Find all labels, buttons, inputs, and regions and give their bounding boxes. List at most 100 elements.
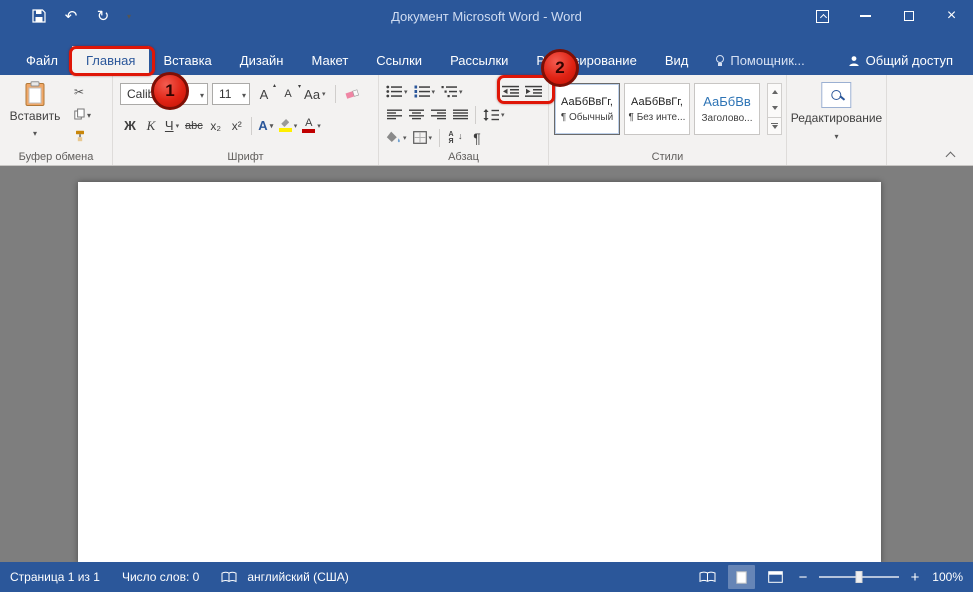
editing-button[interactable]: Редактирование: [791, 82, 882, 142]
styles-group: АаБбВвГг, ¶ Обычный АаБбВвГг, ¶ Без инте…: [549, 75, 787, 165]
tab-mailings[interactable]: Рассылки: [436, 46, 522, 75]
tab-file[interactable]: Файл: [12, 46, 72, 75]
styles-scroll-up-button[interactable]: [768, 84, 781, 100]
web-layout-button[interactable]: [762, 565, 789, 589]
tab-references[interactable]: Ссылки: [362, 46, 436, 75]
close-button[interactable]: ×: [930, 0, 973, 32]
align-center-button[interactable]: [406, 104, 426, 125]
bullet-list-icon: [386, 85, 402, 98]
format-painter-button[interactable]: [74, 129, 86, 142]
document-area[interactable]: [0, 166, 973, 562]
quick-access-toolbar: ↶ ↻: [0, 3, 138, 29]
ribbon: Вставить ✂ Буфер обмена Calibri 11 А А А…: [0, 75, 973, 166]
customize-quick-access-button[interactable]: [120, 3, 138, 29]
assistant-label: Помощник...: [730, 53, 805, 68]
borders-icon: [412, 131, 427, 144]
minimize-button[interactable]: [844, 0, 887, 32]
editing-group: Редактирование: [787, 75, 887, 165]
chevron-up-icon: [945, 151, 955, 161]
minimize-icon: [860, 15, 871, 17]
justify-button[interactable]: [450, 104, 470, 125]
bullets-button[interactable]: [384, 81, 410, 102]
highlight-color-button[interactable]: [277, 115, 300, 136]
redo-icon: ↻: [96, 8, 110, 25]
triangle-up-icon: [771, 90, 778, 95]
line-spacing-button[interactable]: [481, 104, 507, 125]
search-icon: [821, 82, 852, 108]
copy-button[interactable]: [74, 107, 91, 120]
language-indicator[interactable]: английский (США): [247, 570, 348, 584]
annotation-number: 1: [165, 81, 175, 100]
paste-button[interactable]: Вставить: [6, 81, 64, 151]
ribbon-display-options-button[interactable]: [801, 0, 844, 32]
undo-icon: ↶: [64, 8, 78, 25]
redo-button[interactable]: ↻: [88, 3, 118, 29]
font-color-button[interactable]: А: [300, 115, 323, 136]
shrink-font-button[interactable]: А: [278, 83, 301, 105]
zoom-out-button[interactable]: −: [796, 569, 810, 586]
numbering-button[interactable]: [412, 81, 438, 102]
italic-button[interactable]: К: [141, 115, 161, 136]
shading-icon: [386, 131, 400, 143]
collapse-ribbon-button[interactable]: [939, 145, 961, 163]
align-right-icon: [430, 109, 446, 119]
print-layout-button[interactable]: [728, 565, 755, 589]
font-size-value: 11: [219, 87, 232, 101]
ribbon-spacer: [887, 75, 973, 165]
clipboard-icon: [25, 81, 45, 106]
proofing-status-button[interactable]: [221, 571, 237, 583]
zoom-slider-thumb[interactable]: [855, 571, 863, 583]
window-title: Документ Microsoft Word - Word: [391, 8, 582, 24]
caret-down-icon: [33, 125, 37, 139]
shading-button[interactable]: [384, 127, 409, 148]
title-bar: ↶ ↻ Документ Microsoft Word - Word ×: [0, 0, 973, 32]
styles-more-button[interactable]: [768, 116, 781, 134]
save-icon: [32, 9, 46, 23]
styles-scroll-down-button[interactable]: [768, 100, 781, 116]
style-preview: АаБбВв: [703, 94, 751, 109]
read-mode-button[interactable]: [694, 565, 721, 589]
bold-button[interactable]: Ж: [120, 115, 140, 136]
highlighter-icon: [278, 119, 292, 132]
strikethrough-button[interactable]: abc: [183, 115, 205, 136]
sort-icon: А Я ↓: [448, 130, 463, 145]
font-size-combobox[interactable]: 11: [212, 83, 250, 105]
page-indicator[interactable]: Страница 1 из 1: [10, 570, 100, 584]
zoom-percentage[interactable]: 100%: [929, 570, 963, 584]
underline-button[interactable]: Ч: [162, 115, 182, 136]
word-count[interactable]: Число слов: 0: [122, 570, 199, 584]
styles-group-label: Стили: [651, 151, 684, 163]
multilevel-list-icon: [441, 86, 458, 98]
tab-assistant[interactable]: Помощник...: [702, 46, 818, 75]
cut-button[interactable]: ✂: [74, 85, 84, 99]
grow-font-button[interactable]: А: [254, 82, 276, 105]
maximize-button[interactable]: [887, 0, 930, 32]
show-paragraph-marks-button[interactable]: ¶: [467, 127, 487, 148]
save-button[interactable]: [24, 3, 54, 29]
multilevel-list-button[interactable]: [439, 81, 465, 102]
borders-button[interactable]: [411, 127, 435, 148]
tab-view[interactable]: Вид: [651, 46, 703, 75]
superscript-button[interactable]: х²: [227, 115, 247, 136]
sort-button[interactable]: А Я ↓: [445, 127, 465, 148]
tab-design[interactable]: Дизайн: [226, 46, 298, 75]
subscript-button[interactable]: х₂: [206, 115, 226, 136]
text-effects-button[interactable]: А: [256, 115, 276, 136]
format-painter-icon: [76, 130, 84, 141]
paragraph-row-3: АЯ↓ ¶: [384, 127, 544, 148]
align-right-button[interactable]: [428, 104, 448, 125]
zoom-slider[interactable]: [819, 571, 899, 583]
style-no-spacing[interactable]: АаБбВвГг, ¶ Без инте...: [624, 83, 690, 135]
tab-insert[interactable]: Вставка: [149, 46, 225, 75]
align-left-button[interactable]: [384, 104, 404, 125]
document-page[interactable]: [78, 182, 881, 562]
zoom-in-button[interactable]: +: [908, 569, 922, 586]
share-button[interactable]: Общий доступ: [838, 46, 963, 75]
clear-formatting-button[interactable]: [343, 84, 363, 105]
undo-button[interactable]: ↶: [56, 3, 86, 29]
person-icon: [848, 55, 859, 66]
style-normal[interactable]: АаБбВвГг, ¶ Обычный: [554, 83, 620, 135]
change-case-button[interactable]: Аа: [302, 84, 328, 105]
style-heading1[interactable]: АаБбВв Заголово...: [694, 83, 760, 135]
tab-layout[interactable]: Макет: [297, 46, 362, 75]
